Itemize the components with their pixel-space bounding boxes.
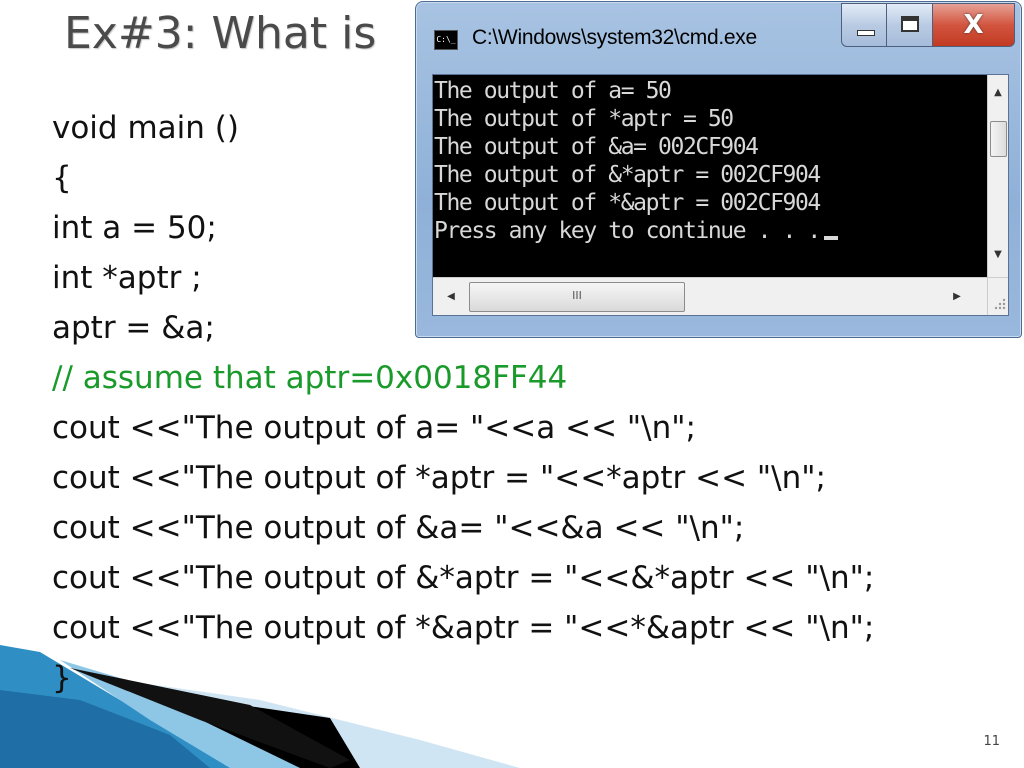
console-line: The output of *aptr = 50: [434, 106, 734, 132]
code-line: int *aptr ;: [52, 260, 202, 296]
console-line: The output of *&aptr = 002CF904: [434, 190, 821, 216]
code-line: cout <<"The output of *aptr = "<<*aptr <…: [52, 460, 826, 496]
code-line: aptr = &a;: [52, 310, 215, 346]
console-line: The output of &a= 002CF904: [434, 134, 759, 160]
console-line: The output of a= 50: [434, 78, 672, 104]
code-line: }: [52, 660, 72, 696]
horizontal-scrollbar[interactable]: ◀ III ▶: [433, 277, 989, 315]
code-line: {: [52, 160, 72, 196]
minimize-button[interactable]: [841, 3, 887, 47]
cmd-window[interactable]: C:\_ C:\Windows\system32\cmd.exe X The o…: [415, 1, 1022, 338]
code-line: cout <<"The output of a= "<<a << "\n";: [52, 410, 696, 446]
text-cursor: [823, 236, 838, 240]
resize-grip-icon: [994, 298, 1006, 310]
scroll-left-button[interactable]: ◀: [441, 287, 461, 307]
scroll-down-button[interactable]: ▼: [988, 245, 1008, 265]
code-line: int a = 50;: [52, 210, 217, 246]
code-line: void main (): [52, 110, 239, 146]
code-line: cout <<"The output of &a= "<<&a << "\n";: [52, 510, 745, 546]
window-controls: X: [841, 3, 1015, 49]
code-comment: // assume that aptr=0x0018FF44: [52, 360, 568, 396]
scroll-right-button[interactable]: ▶: [947, 287, 967, 307]
minimize-icon: [857, 30, 875, 36]
close-button[interactable]: X: [933, 3, 1015, 47]
maximize-button[interactable]: [887, 3, 933, 47]
slide-number: 11: [983, 734, 1000, 749]
console-prompt-text: Press any key to continue . . .: [434, 218, 821, 244]
close-icon: X: [963, 10, 984, 40]
maximize-icon: [901, 16, 919, 32]
window-title: C:\Windows\system32\cmd.exe: [472, 26, 757, 49]
console-line: The output of &*aptr = 002CF904: [434, 162, 821, 188]
console-prompt-line: Press any key to continue . . .: [434, 217, 838, 245]
code-line: cout <<"The output of *&aptr = "<<*&aptr…: [52, 610, 875, 646]
horizontal-scroll-thumb[interactable]: III: [469, 282, 685, 312]
console-output[interactable]: The output of a= 50 The output of *aptr …: [433, 75, 989, 277]
code-line: cout <<"The output of &*aptr = "<<&*aptr…: [52, 560, 875, 596]
resize-grip[interactable]: [987, 277, 1008, 315]
slide-title: Ex#3: What is: [64, 8, 377, 59]
slide: Ex#3: What is void main () { int a = 50;…: [0, 0, 1024, 768]
scroll-up-button[interactable]: ▲: [988, 83, 1008, 103]
console-area[interactable]: The output of a= 50 The output of *aptr …: [432, 74, 1009, 316]
cmd-icon[interactable]: C:\_: [434, 30, 458, 50]
vertical-scrollbar[interactable]: ▲ ▼: [987, 75, 1008, 277]
vertical-scroll-thumb[interactable]: [990, 121, 1007, 157]
window-titlebar[interactable]: C:\_ C:\Windows\system32\cmd.exe X: [416, 2, 1021, 70]
